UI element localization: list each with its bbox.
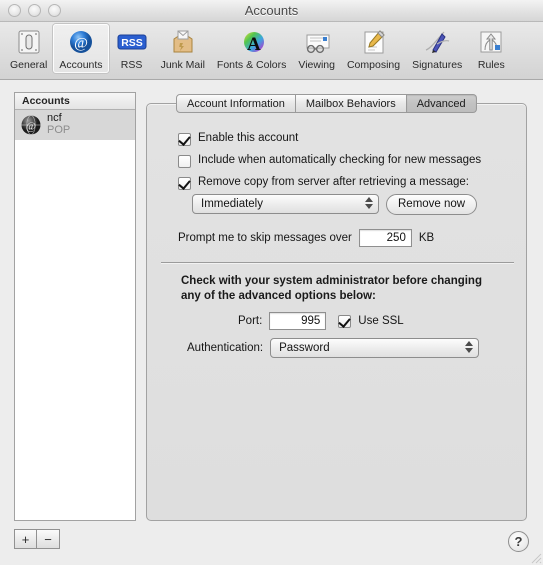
svg-text:RSS: RSS	[121, 37, 143, 49]
svg-text:@: @	[74, 36, 88, 52]
remove-copy-checkbox[interactable]	[178, 177, 191, 190]
remove-account-button[interactable]: −	[37, 529, 60, 549]
stepper-arrows-icon[interactable]	[365, 197, 373, 209]
fonts-colors-icon: A	[235, 27, 269, 57]
toolbar-item-composing[interactable]: Composing	[341, 24, 406, 73]
skip-size-unit-label: KB	[418, 231, 435, 244]
account-globe-icon: @	[20, 114, 42, 136]
toolbar-item-rules[interactable]: Rules	[468, 24, 514, 73]
admin-note: Check with your system administrator bef…	[181, 274, 482, 303]
admin-note-line-2: any of the advanced options below:	[181, 289, 376, 302]
help-button[interactable]: ?	[508, 531, 529, 552]
admin-note-line-1: Check with your system administrator bef…	[181, 275, 482, 287]
window-title: Accounts	[244, 3, 299, 18]
tab-account-information[interactable]: Account Information	[176, 94, 296, 113]
include-auto-check-label: Include when automatically checking for …	[198, 154, 482, 166]
rss-icon: RSS	[115, 27, 149, 57]
svg-text:@: @	[26, 121, 36, 133]
authentication-value: Password	[279, 342, 330, 354]
use-ssl-label: Use SSL	[358, 314, 404, 327]
port-input[interactable]: 995	[269, 312, 327, 330]
stepper-arrows-icon[interactable]	[465, 341, 474, 353]
use-ssl-checkbox[interactable]	[338, 315, 352, 328]
enable-account-label: Enable this account	[198, 132, 299, 144]
toolbar-item-label: Rules	[477, 59, 505, 71]
junk-mail-icon	[166, 27, 200, 57]
account-list-item-ncf[interactable]: @ ncf POP	[15, 110, 135, 140]
tab-bar: Account Information Mailbox Behaviors Ad…	[176, 94, 477, 113]
tab-advanced[interactable]: Advanced	[406, 94, 477, 113]
remove-copy-label: Remove copy from server after retrieving…	[198, 176, 469, 188]
authentication-select[interactable]: Password	[270, 338, 480, 358]
accounts-list-header: Accounts	[15, 93, 135, 110]
skip-prompt-label: Prompt me to skip messages over	[178, 231, 352, 244]
accounts-list-panel: Accounts @ ncf POP	[14, 92, 136, 521]
advanced-tab-panel: Enable this account Include when automat…	[146, 103, 527, 521]
port-row: Port: 995 Use SSL	[238, 312, 404, 330]
toolbar-item-label: RSS	[120, 59, 143, 71]
window-titlebar: Accounts	[0, 0, 543, 22]
toolbar-item-label: Composing	[346, 59, 401, 71]
toolbar-item-label: Fonts & Colors	[216, 59, 287, 71]
preferences-toolbar: General @ Accounts RSS RSS Junk Mail A F…	[0, 22, 543, 80]
toolbar-item-label: Viewing	[298, 59, 335, 71]
toolbar-item-signatures[interactable]: Signatures	[406, 24, 468, 73]
resize-handle-icon[interactable]	[529, 551, 542, 564]
toolbar-item-junk-mail[interactable]: Junk Mail	[155, 24, 211, 73]
tab-mailbox-behaviors[interactable]: Mailbox Behaviors	[295, 94, 407, 113]
toolbar-item-viewing[interactable]: Viewing	[292, 24, 341, 73]
remove-delay-select[interactable]: Immediately	[192, 194, 379, 214]
toolbar-item-general[interactable]: General	[4, 24, 53, 73]
include-auto-check-row[interactable]: Include when automatically checking for …	[178, 154, 481, 168]
signatures-icon	[420, 27, 454, 57]
toolbar-item-fonts-colors[interactable]: A Fonts & Colors	[211, 24, 292, 73]
accounts-at-icon: @	[64, 27, 98, 57]
enable-account-checkbox[interactable]	[178, 133, 191, 146]
toolbar-item-label: General	[10, 59, 48, 71]
skip-size-input[interactable]: 250	[358, 229, 412, 247]
general-icon	[12, 27, 46, 57]
account-type: POP	[47, 124, 71, 136]
skip-messages-row: Prompt me to skip messages over 250 KB	[178, 229, 434, 247]
port-label: Port:	[238, 314, 263, 327]
viewing-icon	[300, 27, 334, 57]
authentication-label: Authentication:	[187, 341, 264, 354]
remove-copy-row[interactable]: Remove copy from server after retrieving…	[178, 176, 469, 190]
enable-account-row[interactable]: Enable this account	[178, 132, 298, 146]
toolbar-item-label: Accounts	[59, 59, 103, 71]
include-auto-check-checkbox[interactable]	[178, 155, 191, 168]
authentication-row: Authentication: Password	[187, 338, 480, 358]
add-account-button[interactable]: +	[14, 529, 37, 549]
toolbar-item-label: Junk Mail	[160, 59, 205, 71]
section-divider	[161, 262, 514, 263]
remove-now-button[interactable]: Remove now	[386, 194, 478, 215]
account-add-remove-group: + −	[14, 529, 60, 549]
rules-icon	[474, 27, 508, 57]
svg-text:A: A	[247, 34, 261, 55]
remove-delay-value: Immediately	[201, 198, 263, 210]
toolbar-item-accounts[interactable]: @ Accounts	[53, 24, 109, 73]
composing-icon	[357, 27, 391, 57]
toolbar-item-label: Signatures	[412, 59, 463, 71]
toolbar-item-rss[interactable]: RSS RSS	[109, 24, 155, 73]
